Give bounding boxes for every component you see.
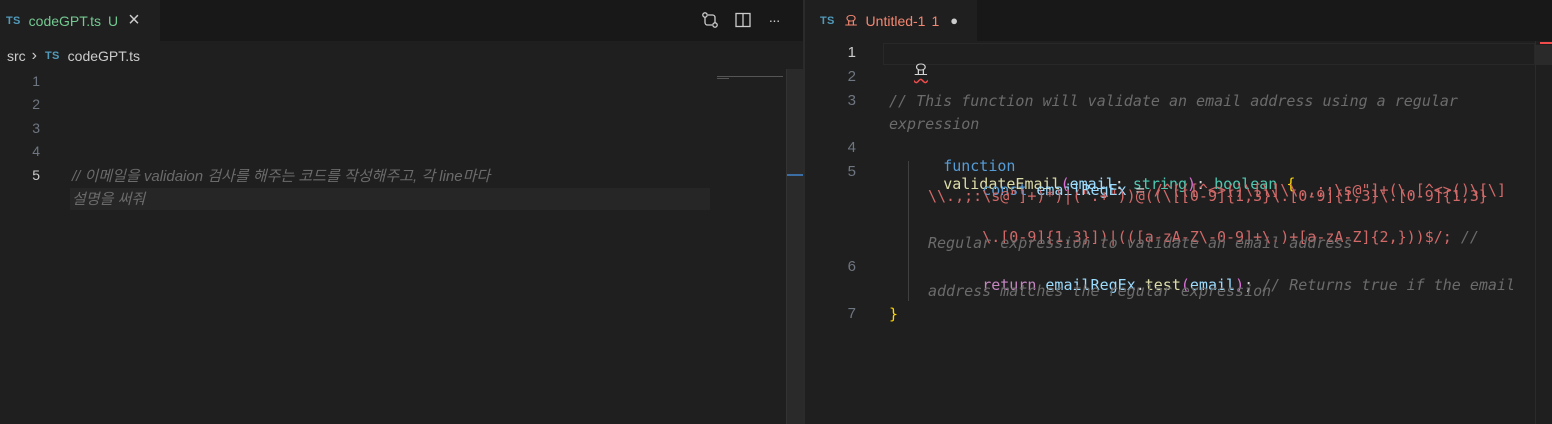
- tab-label: Untitled-1: [865, 12, 926, 29]
- right-tab-bar: TS 요 Untitled-1 1 ●: [805, 0, 1552, 41]
- code-line-1: 요: [889, 42, 928, 97]
- closing-brace: }: [889, 305, 899, 323]
- line-number: 7: [847, 305, 856, 322]
- line-number: 1: [32, 73, 40, 89]
- line-number: 3: [847, 92, 856, 109]
- line-number: 5: [32, 167, 40, 183]
- code-comment-line: address matches the regular expression: [928, 282, 1272, 300]
- minimap-slider: [1536, 45, 1552, 65]
- code-comment-line: // 이메일을 validaion 검사를 해주는 코드를 작성해주고, 각 l…: [72, 168, 491, 185]
- breadcrumb: src › TS codeGPT.ts: [0, 41, 803, 71]
- compare-changes-icon[interactable]: [700, 10, 720, 30]
- right-editor-area[interactable]: 1 2 3 4 5 6 7 요 // This function will va…: [805, 41, 1535, 424]
- split-editor-icon[interactable]: [733, 10, 753, 30]
- comment: // Returns true if the email: [1253, 276, 1516, 294]
- typescript-icon: TS: [6, 14, 21, 27]
- error-glyph: 요: [844, 12, 858, 29]
- left-editor-group: TS codeGPT.ts U × ··· src › TS codeGPT.t…: [0, 0, 804, 424]
- comment: //: [1451, 228, 1479, 246]
- chevron-right-icon: ›: [31, 47, 37, 64]
- line-number: 4: [847, 139, 856, 156]
- left-tab-bar: TS codeGPT.ts U × ···: [0, 0, 803, 41]
- line-number: 1: [847, 44, 856, 61]
- line-number: 2: [847, 68, 856, 85]
- tab-untitled-1[interactable]: TS 요 Untitled-1 1 ●: [805, 0, 977, 41]
- error-marker: [1540, 42, 1552, 44]
- code-comment-line: // This function will validate an email …: [889, 92, 1458, 110]
- dirty-dot-icon[interactable]: ●: [950, 13, 958, 28]
- typescript-icon: TS: [45, 50, 60, 62]
- untracked-status: U: [108, 12, 119, 29]
- left-editor-area[interactable]: 1 2 3 4 5 // 이메일을 validaion 검사를 해주는 코드를 …: [0, 71, 786, 424]
- current-line-highlight: [883, 43, 1535, 65]
- line-number: 2: [32, 96, 40, 112]
- tab-label: codeGPT.ts: [28, 12, 102, 29]
- unknown-identifier: 요: [914, 62, 928, 79]
- code-comment-line: expression: [889, 115, 980, 133]
- right-editor-group: TS 요 Untitled-1 1 ● 1 2 3 4 5 6 7 요 // T…: [805, 0, 1552, 424]
- current-line-highlight: [70, 188, 710, 210]
- scrollbar-cursor-marker: [787, 174, 804, 176]
- code-line-5-wrap: \\.,;:\s@"]+)*)|(".+"))@((\[[0-9]{1,3}\.…: [928, 187, 1488, 205]
- scrollbar-track[interactable]: [1535, 41, 1552, 424]
- typescript-icon: TS: [820, 14, 835, 27]
- line-number: 3: [32, 120, 40, 136]
- close-icon[interactable]: ×: [128, 9, 140, 32]
- scrollbar-track[interactable]: [786, 69, 804, 424]
- line-number: 6: [847, 258, 856, 275]
- tab-codegpt[interactable]: TS codeGPT.ts U ×: [0, 0, 160, 41]
- line-number: 5: [847, 163, 856, 180]
- more-actions-icon[interactable]: ···: [764, 10, 784, 30]
- code-comment-line: 설명을 써줘: [72, 191, 146, 208]
- code-comment-line: Regular expression to validate an email …: [928, 234, 1353, 252]
- line-number: 4: [32, 143, 40, 159]
- problem-count: 1: [931, 12, 940, 29]
- breadcrumb-file[interactable]: codeGPT.ts: [68, 48, 140, 64]
- minimap: [717, 76, 785, 80]
- breadcrumb-folder[interactable]: src: [7, 48, 26, 64]
